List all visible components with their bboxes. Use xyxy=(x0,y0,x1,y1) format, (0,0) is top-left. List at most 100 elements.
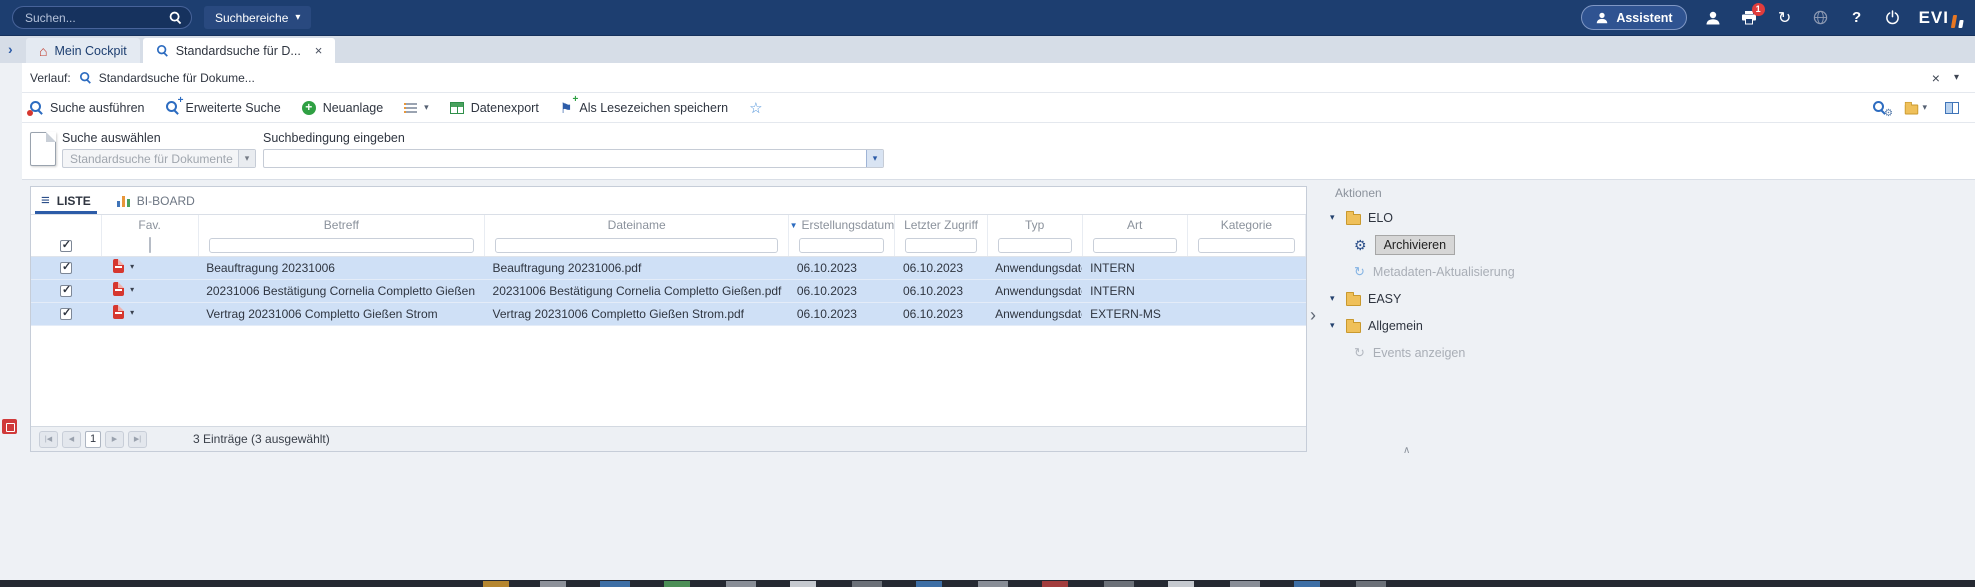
global-search[interactable] xyxy=(12,6,192,29)
aktionen-tree: ▾ ELO ⚙ Archivieren ↻ Metadaten-Aktualis… xyxy=(1330,204,1570,366)
cell-letzter-zugriff: 06.10.2023 xyxy=(895,256,987,279)
chevron-down-icon[interactable]: ▾ xyxy=(1954,72,1959,83)
chevron-down-icon[interactable]: ▾ xyxy=(1330,320,1339,331)
search-selection-panel: Suche auswählen Standardsuche für Dokume… xyxy=(22,123,1975,180)
suche-auswaehlen-select[interactable]: Standardsuche für Dokumente ▾ xyxy=(62,149,256,168)
next-page-button[interactable]: ▶ xyxy=(105,431,124,448)
neuanlage-button[interactable]: Neuanlage xyxy=(302,101,383,115)
col-betreff[interactable]: Betreff xyxy=(198,215,484,235)
search-settings-icon[interactable]: ⚙ xyxy=(1873,101,1886,114)
col-letzter-zugriff[interactable]: Letzter Zugriff xyxy=(895,215,987,235)
refresh-icon[interactable]: ↻ xyxy=(1775,8,1795,28)
row-type-caret[interactable]: ▾ xyxy=(130,285,134,294)
expand-left-panel-chevron[interactable]: › xyxy=(8,41,13,57)
fav-filter-button[interactable] xyxy=(149,237,151,253)
verlauf-history-item[interactable]: Standardsuche für Dokume... xyxy=(79,71,255,85)
filter-letzter-zugriff-input[interactable] xyxy=(905,238,976,253)
aktion-events-anzeigen: ↻ Events anzeigen xyxy=(1330,339,1570,366)
table-row[interactable]: ▾Vertrag 20231006 Completto Gießen Strom… xyxy=(31,302,1306,325)
pdf-file-icon xyxy=(113,259,124,273)
filter-erstellungsdatum-input[interactable] xyxy=(799,238,884,253)
refresh-icon: ↻ xyxy=(1354,346,1365,359)
refresh-icon: ↻ xyxy=(1354,265,1365,278)
row-type-caret[interactable]: ▾ xyxy=(130,308,134,317)
current-page-indicator[interactable]: 1 xyxy=(85,431,101,448)
datenexport-button[interactable]: Datenexport xyxy=(450,101,539,115)
col-art[interactable]: Art xyxy=(1082,215,1187,235)
row-checkbox[interactable] xyxy=(60,285,72,297)
last-page-button[interactable]: ▶| xyxy=(128,431,147,448)
chevron-down-icon: ▾ xyxy=(295,12,300,23)
first-page-button[interactable]: |◀ xyxy=(39,431,58,448)
print-icon[interactable]: 1 xyxy=(1739,8,1759,28)
filter-kategorie-input[interactable] xyxy=(1198,238,1295,253)
aktion-label: Events anzeigen xyxy=(1373,346,1465,360)
aktionen-title: Aktionen xyxy=(1335,186,1382,200)
aktionen-group-easy[interactable]: ▾ EASY xyxy=(1330,285,1570,312)
table-row[interactable]: ▾Beauftragung 20231006Beauftragung 20231… xyxy=(31,256,1306,279)
aktionen-group-allgemein[interactable]: ▾ Allgemein xyxy=(1330,312,1570,339)
close-icon[interactable]: × xyxy=(1932,70,1940,86)
list-options-dropdown[interactable]: ▾ xyxy=(404,101,429,115)
close-icon[interactable]: × xyxy=(315,43,323,58)
chevron-down-icon[interactable]: ▾ xyxy=(1330,293,1339,304)
erweiterte-suche-button[interactable]: + Erweiterte Suche xyxy=(166,101,281,115)
chevron-down-icon[interactable]: ▾ xyxy=(1330,212,1339,223)
col-kategorie[interactable]: Kategorie xyxy=(1187,215,1305,235)
filter-art-input[interactable] xyxy=(1093,238,1177,253)
filter-row xyxy=(31,235,1306,256)
filter-betreff-input[interactable] xyxy=(209,238,474,253)
tool-label: Suche ausführen xyxy=(50,101,145,115)
col-dateiname[interactable]: Dateiname xyxy=(485,215,789,235)
list-icon xyxy=(404,101,417,115)
toolbar-right-icons: ⚙ ▾ xyxy=(1873,101,1959,115)
column-settings-icon[interactable] xyxy=(1945,102,1959,114)
chevron-down-icon[interactable]: ▾ xyxy=(866,150,883,167)
suchbereiche-dropdown[interactable]: Suchbereiche ▾ xyxy=(204,6,311,29)
search-icon[interactable] xyxy=(170,12,182,24)
suchbedingung-combobox[interactable]: ▾ xyxy=(263,149,884,168)
filter-dateiname-input[interactable] xyxy=(495,238,778,253)
aktion-archivieren[interactable]: ⚙ Archivieren xyxy=(1330,231,1570,258)
aktionen-group-elo[interactable]: ▾ ELO xyxy=(1330,204,1570,231)
tab-mein-cockpit[interactable]: ⌂ Mein Cockpit xyxy=(26,38,140,63)
tab-liste[interactable]: ≡ LISTE xyxy=(41,187,91,214)
globe-icon[interactable] xyxy=(1811,8,1831,28)
scroll-up-indicator[interactable]: ∧ xyxy=(1403,445,1410,456)
evi-application-window: Suchbereiche ▾ Assistent 1 ↻ ? xyxy=(0,0,1975,587)
notification-icon[interactable] xyxy=(2,419,17,434)
cell-typ: Anwendungsdatei xyxy=(987,302,1082,325)
pagination-bar: |◀ ◀ 1 ▶ ▶| 3 Einträge (3 ausgewählt) xyxy=(31,426,1306,451)
select-all-checkbox[interactable] xyxy=(60,240,72,252)
assistent-button[interactable]: Assistent xyxy=(1581,5,1686,30)
row-checkbox[interactable] xyxy=(60,262,72,274)
plus-circle-icon xyxy=(302,101,316,115)
tab-standardsuche[interactable]: Standardsuche für D... × xyxy=(143,38,336,63)
aktion-label-selected[interactable]: Archivieren xyxy=(1375,235,1456,255)
bar-chart-icon xyxy=(117,195,130,207)
global-search-input[interactable] xyxy=(25,11,169,25)
user-icon[interactable] xyxy=(1703,8,1723,28)
chevron-down-icon[interactable]: ▾ xyxy=(238,150,255,167)
collapse-panel-chevron[interactable]: › xyxy=(1310,305,1316,326)
col-fav[interactable]: Fav. xyxy=(101,215,198,235)
favorite-star-icon[interactable]: ☆ xyxy=(749,99,762,117)
lesezeichen-button[interactable]: ⚑+ Als Lesezeichen speichern xyxy=(560,101,728,115)
document-icon xyxy=(30,132,56,166)
suche-ausfuehren-button[interactable]: Suche ausführen xyxy=(30,101,145,115)
folder-view-dropdown[interactable]: ▾ xyxy=(1904,101,1927,115)
row-checkbox[interactable] xyxy=(60,308,72,320)
prev-page-button[interactable]: ◀ xyxy=(62,431,81,448)
col-typ[interactable]: Typ xyxy=(987,215,1082,235)
suchbedingung-input[interactable] xyxy=(264,150,866,167)
row-type-caret[interactable]: ▾ xyxy=(130,262,134,271)
group-label: Allgemein xyxy=(1368,319,1423,333)
col-erstellungsdatum[interactable]: ▼Erstellungsdatum xyxy=(789,215,895,235)
cell-kategorie xyxy=(1187,302,1305,325)
filter-typ-input[interactable] xyxy=(998,238,1072,253)
help-icon[interactable]: ? xyxy=(1847,8,1867,28)
tab-bi-board[interactable]: BI-BOARD xyxy=(117,187,195,214)
power-icon[interactable] xyxy=(1883,8,1903,28)
table-body: ▾Beauftragung 20231006Beauftragung 20231… xyxy=(31,256,1306,325)
table-row[interactable]: ▾20231006 Bestätigung Cornelia Completto… xyxy=(31,279,1306,302)
